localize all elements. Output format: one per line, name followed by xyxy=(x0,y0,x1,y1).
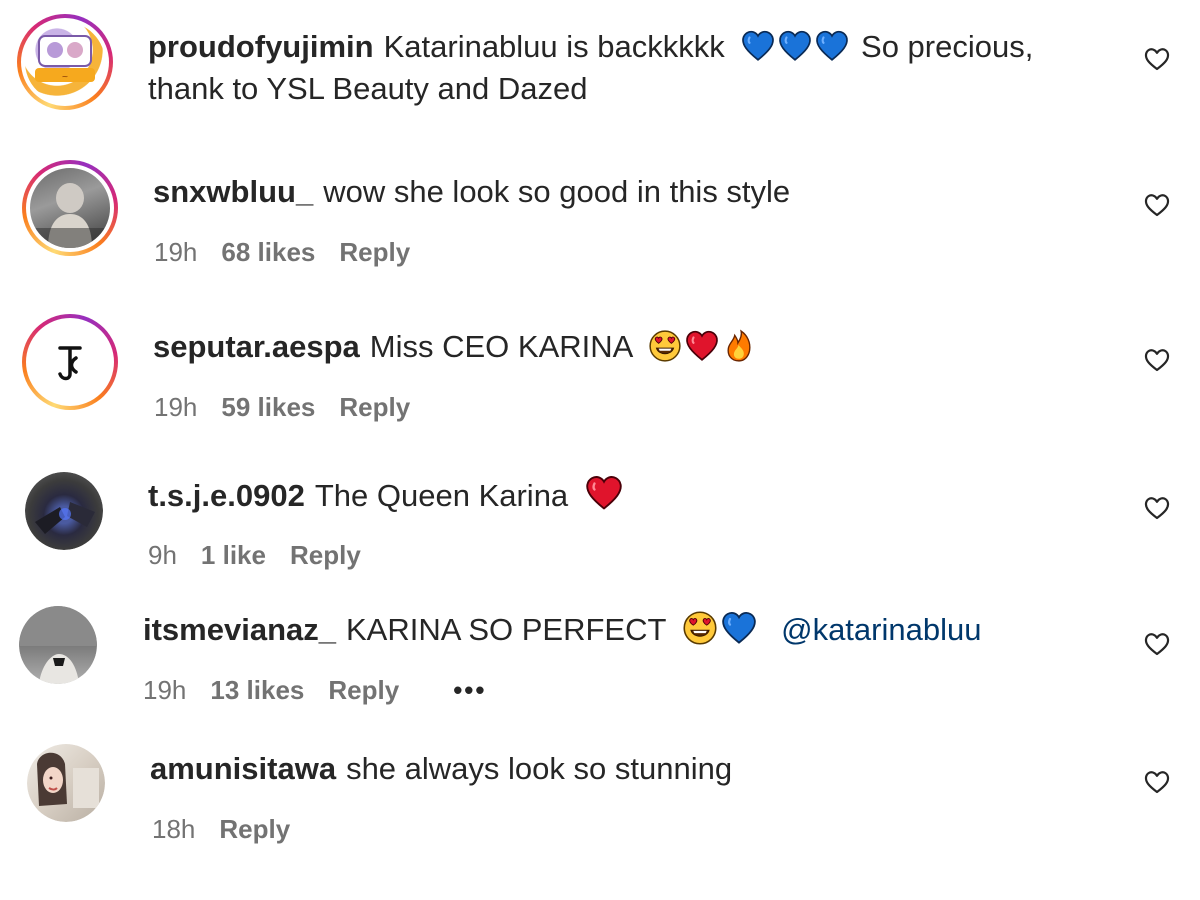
avatar[interactable] xyxy=(22,160,118,256)
comment-body: she always look so stunning xyxy=(346,751,733,786)
comment-meta: 19h 59 likes Reply xyxy=(154,391,434,423)
svg-text:~: ~ xyxy=(62,72,69,81)
avatar[interactable] xyxy=(22,314,118,410)
comment-meta: 19h 13 likes Reply ••• xyxy=(143,674,511,706)
reply-button[interactable]: Reply xyxy=(219,814,290,844)
heart-outline-icon[interactable] xyxy=(1143,630,1171,658)
comment-username[interactable]: itsmevianaz_ xyxy=(143,612,336,647)
comment-username[interactable]: seputar.aespa xyxy=(153,329,360,364)
heart-eyes-emoji xyxy=(682,610,718,646)
comment-likes[interactable]: 13 likes xyxy=(210,675,304,705)
comment-text: amunisitawa she always look so stunning xyxy=(150,748,732,790)
avatar[interactable] xyxy=(27,744,105,822)
heart-eyes-emoji xyxy=(648,329,682,363)
comment-username[interactable]: snxwbluu_ xyxy=(153,174,313,209)
comment-text: snxwbluu_ wow she look so good in this st… xyxy=(153,171,790,213)
blue-heart-emoji xyxy=(815,29,849,63)
comment-text: itsmevianaz_ KARINA SO PERFECT @katarinab… xyxy=(143,609,981,651)
avatar[interactable] xyxy=(25,472,103,550)
more-options-icon[interactable]: ••• xyxy=(453,675,486,705)
comment-body: KARINA SO PERFECT xyxy=(346,612,666,647)
comment-meta: 9h 1 like Reply xyxy=(148,539,385,571)
red-heart-emoji xyxy=(585,474,623,512)
blue-heart-emoji xyxy=(741,29,775,63)
reply-button[interactable]: Reply xyxy=(339,392,410,422)
comment-likes[interactable]: 59 likes xyxy=(221,392,315,422)
mention-link[interactable]: @katarinabluu xyxy=(781,612,981,647)
comment-username[interactable]: amunisitawa xyxy=(150,751,336,786)
heart-outline-icon[interactable] xyxy=(1143,191,1171,219)
comment-username[interactable]: t.s.j.e.0902 xyxy=(148,478,305,513)
comment-likes[interactable]: 68 likes xyxy=(221,237,315,267)
comment-body: The Queen Karina xyxy=(314,478,569,513)
avatar-image: ~ xyxy=(35,35,95,82)
heart-outline-icon[interactable] xyxy=(1143,768,1171,796)
comment-body: Katarinabluu is backkkkk xyxy=(383,29,725,64)
reply-button[interactable]: Reply xyxy=(328,675,399,705)
reply-button[interactable]: Reply xyxy=(290,540,361,570)
comment-timestamp[interactable]: 9h xyxy=(148,540,177,570)
comment-meta: 18h Reply xyxy=(152,813,314,845)
comment-text: seputar.aespa Miss CEO KARINA xyxy=(153,326,759,368)
avatar[interactable]: ~ xyxy=(17,14,113,110)
comment-likes[interactable]: 1 like xyxy=(201,540,266,570)
avatar-image xyxy=(34,326,106,398)
heart-outline-icon[interactable] xyxy=(1143,45,1171,73)
comment-meta: 19h 68 likes Reply xyxy=(154,236,434,268)
avatar[interactable] xyxy=(19,606,97,684)
comment-username[interactable]: proudofyujimin xyxy=(148,29,374,64)
avatar-image xyxy=(30,183,110,248)
comment-body: Miss CEO KARINA xyxy=(369,329,632,364)
reply-button[interactable]: Reply xyxy=(339,237,410,267)
comment-text: t.s.j.e.0902 The Queen Karina xyxy=(148,474,626,517)
fire-emoji xyxy=(722,329,756,363)
avatar-image xyxy=(19,606,97,684)
comment-text: proudofyujimin Katarinabluu is backkkkk S… xyxy=(148,26,1048,110)
red-heart-emoji xyxy=(685,329,719,363)
comment-body: wow she look so good in this style xyxy=(323,174,791,209)
comment-timestamp[interactable]: 19h xyxy=(154,237,197,267)
avatar-image xyxy=(37,752,99,808)
heart-outline-icon[interactable] xyxy=(1143,494,1171,522)
blue-heart-emoji xyxy=(721,610,757,646)
comment-timestamp[interactable]: 19h xyxy=(154,392,197,422)
heart-outline-icon[interactable] xyxy=(1143,346,1171,374)
comment-timestamp[interactable]: 19h xyxy=(143,675,186,705)
blue-heart-emoji xyxy=(778,29,812,63)
avatar-image xyxy=(35,502,95,534)
comment-timestamp[interactable]: 18h xyxy=(152,814,195,844)
